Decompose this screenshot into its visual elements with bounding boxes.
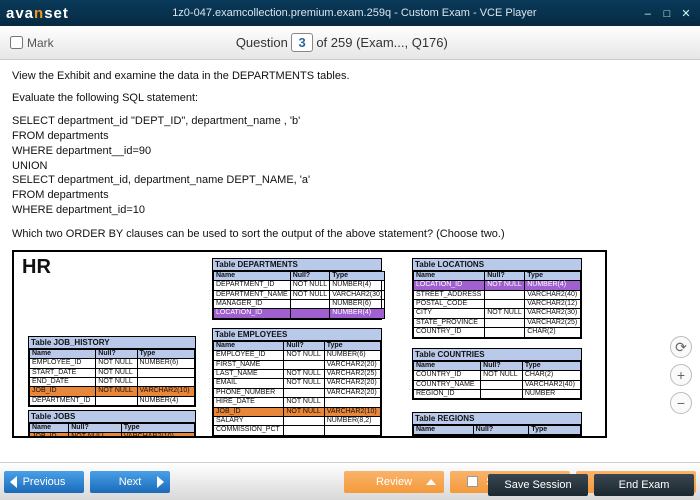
save-session-button[interactable]: Save Session	[488, 474, 588, 496]
mark-label: Mark	[27, 36, 54, 50]
close-icon[interactable]: ✕	[678, 7, 694, 20]
window-controls: – □ ✕	[640, 7, 694, 20]
table-regions: Table REGIONS NameNull?Type	[412, 412, 582, 436]
question-eval: Evaluate the following SQL statement:	[12, 92, 688, 104]
table-locations: Table LOCATIONS NameNull?Type LOCATION_I…	[412, 258, 582, 339]
question-ask: Which two ORDER BY clauses can be used t…	[12, 228, 688, 240]
exhibit-diagram: HR Table DEPARTMENTS NameNull?Type DEPAR…	[12, 250, 607, 438]
zoom-in-icon[interactable]: +	[670, 364, 692, 386]
mark-checkbox[interactable]: Mark	[10, 36, 54, 50]
table-departments: Table DEPARTMENTS NameNull?Type DEPARTME…	[212, 258, 382, 320]
next-button[interactable]: Next	[90, 471, 170, 493]
table-countries: Table COUNTRIES NameNull?Type COUNTRY_ID…	[412, 348, 582, 401]
titlebar: avanset 1z0-047.examcollection.premium.e…	[0, 0, 700, 26]
zoom-out-icon[interactable]: −	[670, 392, 692, 414]
checkbox-icon	[467, 476, 478, 487]
table-jobs: Table JOBS NameNull?Type JOB_IDNOT NULLV…	[28, 410, 196, 438]
sql-block: SELECT department_id "DEPT_ID", departme…	[12, 114, 688, 218]
previous-button[interactable]: Previous	[4, 471, 84, 493]
maximize-icon[interactable]: □	[659, 8, 675, 20]
minimize-icon[interactable]: –	[640, 8, 656, 20]
logo: avanset	[6, 5, 69, 22]
question-content: View the Exhibit and examine the data in…	[0, 60, 700, 462]
table-job-history: Table JOB_HISTORY NameNull?Type EMPLOYEE…	[28, 336, 196, 407]
table-employees: Table EMPLOYEES NameNull?Type EMPLOYEE_I…	[212, 328, 382, 438]
window-title: 1z0-047.examcollection.premium.exam.259q…	[172, 7, 536, 19]
schema-label: HR	[22, 256, 51, 279]
end-exam-button[interactable]: End Exam	[594, 474, 694, 496]
zoom-reset-icon[interactable]: ⟳	[670, 336, 692, 358]
question-counter: Question 3 of 259 (Exam..., Q176)	[54, 33, 630, 52]
question-bar: Mark Question 3 of 259 (Exam..., Q176)	[0, 26, 700, 60]
question-intro: View the Exhibit and examine the data in…	[12, 70, 688, 82]
question-number: 3	[291, 33, 312, 52]
review-button[interactable]: Review	[344, 471, 444, 493]
zoom-controls: ⟳ + −	[670, 336, 692, 414]
mark-input[interactable]	[10, 36, 23, 49]
